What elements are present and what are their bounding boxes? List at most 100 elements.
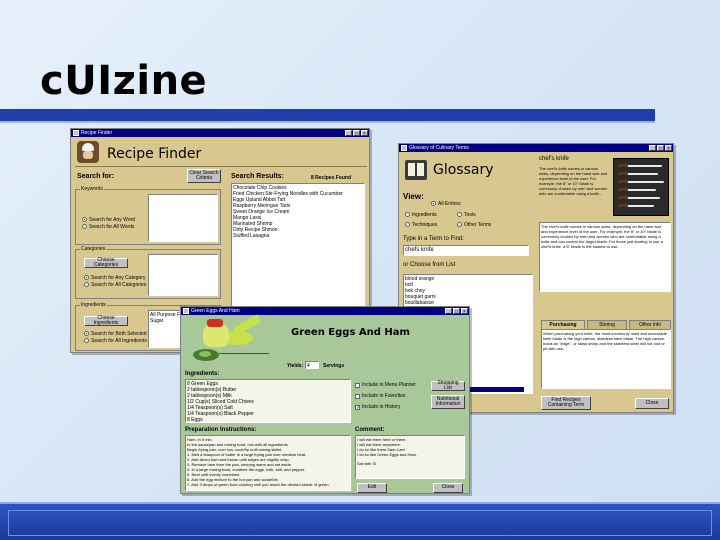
prep-line: 7. Add 3 drops of green food coloring un… [187,482,330,487]
close-button[interactable]: Close [433,483,463,493]
radio-dot [84,338,89,343]
radio-label: Other Terms [464,221,492,228]
recipe-detail-window: Green Eggs And Ham _ □ × Green Eggs And … [180,306,470,494]
page-title: Recipe Finder [107,146,202,162]
view-all-radio[interactable]: All Entries [431,200,461,207]
search-for-label: Search for: [77,173,114,180]
tab-other-info[interactable]: Other info [629,320,671,329]
recipe-detail-titlebar: Green Eggs And Ham _ □ × [181,307,469,315]
view-other-radio[interactable]: Other Terms [457,221,491,228]
keyword-all-radio[interactable]: Search for All Words [82,223,135,230]
maximize-button[interactable]: □ [453,308,460,315]
view-techniques-radio[interactable]: Techniques [405,221,437,228]
glossary-titlebar: Glossary of Culinary Terms _ □ × [399,144,673,152]
close-button[interactable]: × [361,130,368,137]
divider [75,166,367,167]
search-results-list[interactable]: Chocolate Chip Cookies Fried Chicken Sti… [231,183,365,311]
window-title: Glossary of Culinary Terms [409,145,469,151]
minimize-button[interactable]: _ [649,145,656,152]
keyword-any-radio[interactable]: Search for Any Word [82,216,135,223]
shopping-list-button[interactable]: Shopping List [431,380,465,391]
ingredient-any-radio[interactable]: Search for All Ingredients [84,337,147,344]
ingredients-group-label: Ingredients [80,302,107,308]
window-app-icon [401,145,407,151]
history-checkbox[interactable]: ✓ Include in History [355,403,416,411]
tab-storing[interactable]: Storing [587,320,627,329]
view-tools-radio[interactable]: Tools [457,211,476,218]
term-definition-top: The chef's knife comes in various sizes,… [539,166,608,196]
menu-planner-checkbox[interactable]: Include in Menu Planner [355,381,416,389]
radio-dot [84,331,89,336]
recipe-illustration [189,314,269,367]
favorites-checkbox[interactable]: Include in Favorites [355,392,416,400]
close-button[interactable]: × [461,308,468,315]
footer-inner-frame [8,510,712,536]
radio-label: All Entries [438,200,461,207]
radio-dot [405,222,410,227]
choose-categories-button[interactable]: Choose Categories [84,257,128,268]
radio-label: Search for All Ingredients [91,337,147,344]
prep-instructions: Ham, in 5 min In the saucepan and mixing… [185,435,351,491]
keywords-input[interactable] [148,194,218,242]
checkbox-label: Include in Favorites [362,393,406,399]
find-recipes-button[interactable]: Find Recipes Containing Term [541,396,591,410]
choose-list-label: or Choose from List [403,262,456,268]
window-app-icon [183,308,189,314]
radio-dot [82,217,87,222]
recipe-finder-titlebar: Recipe Finder _ □ × [71,129,369,137]
keywords-group-label: Keywords [80,186,104,192]
chef-icon [77,141,99,163]
checkbox-box: ✓ [355,404,361,411]
term-search-input[interactable]: chefs knife [403,245,529,256]
list-item: 8 Eggs [187,417,203,423]
radio-label: Tools [464,211,476,218]
checkbox-box [355,382,360,388]
footer-bar [0,502,720,540]
window-title: Recipe Finder [81,130,113,136]
radio-dot [84,275,89,280]
window-title: Green Eggs And Ham [191,308,240,314]
categories-list[interactable] [148,254,218,296]
tab-purchasing[interactable]: Purchasing [541,320,585,329]
edit-button[interactable]: Edit [357,483,387,493]
list-item[interactable]: Stuffed Lasagna [233,233,363,239]
prep-label: Preparation Instructions: [185,427,257,433]
view-ingredients-radio[interactable]: Ingredients [405,211,437,218]
maximize-button[interactable]: □ [353,130,360,137]
clear-search-button[interactable]: Clear Search Criteria [187,169,221,183]
title-rule [0,109,655,121]
radio-label: Search for Any Category [91,274,146,281]
comment-line: I do so like Green Eggs and Ham. [357,452,418,457]
page-title: Glossary [433,162,494,178]
checkbox-label: Include in History [362,404,401,410]
title-rule-shadow [0,121,655,123]
categories-group: Categories Choose Categories Search for … [75,246,221,299]
checkbox-box [355,393,360,399]
page-title: Green Eggs And Ham [291,327,410,338]
category-all-radio[interactable]: Search for All Categories [84,281,146,288]
book-icon [405,160,427,180]
maximize-button[interactable]: □ [657,145,664,152]
ingredient-match-radio[interactable]: Search for Both Selected [84,330,147,337]
minimize-button[interactable]: _ [345,130,352,137]
yields-input[interactable]: 4 [305,361,319,369]
nutritional-info-button[interactable]: Nutritional Information [431,395,465,409]
comment-signoff: Sat with Sl [357,461,376,466]
keywords-group: Keywords Search for Any Word Search for … [75,186,221,245]
minimize-button[interactable]: _ [445,308,452,315]
comment-box[interactable]: I will eat them here or there. I will ea… [355,435,465,479]
radio-label: Search for All Categories [91,281,147,288]
radio-dot [405,212,410,217]
close-button[interactable]: Close [635,398,669,409]
knife-photo [613,158,669,216]
checkbox-label: Include in Menu Planner [362,382,416,388]
close-button[interactable]: × [665,145,672,152]
tab-content: When purchasing your knife, the most com… [541,329,671,389]
ingredients-label: Ingredients: [185,371,220,377]
choose-ingredients-button[interactable]: Choose Ingredients [84,315,128,326]
radio-label: Search for Any Word [89,216,136,223]
comment-label: Comment: [355,427,385,433]
servings-label: Servings [323,363,345,369]
recipes-found-count: 8 Recipes Found [311,175,352,181]
category-any-radio[interactable]: Search for Any Category [84,274,146,281]
